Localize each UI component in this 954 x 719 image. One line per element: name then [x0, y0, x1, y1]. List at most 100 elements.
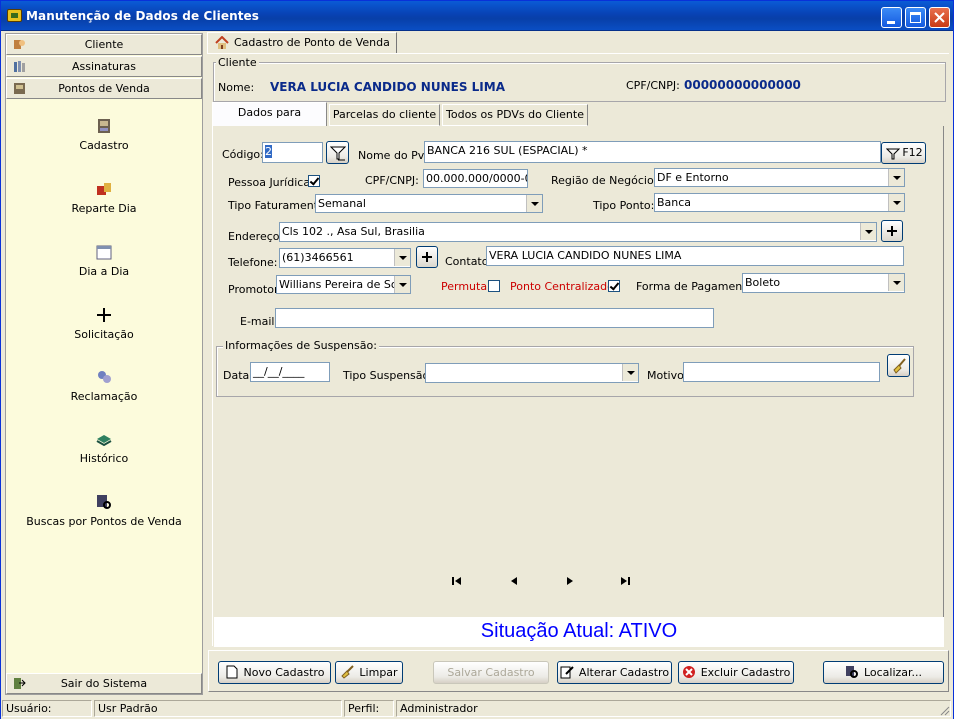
forma-pag-label: Forma de Pagamento: — [636, 280, 757, 293]
endereco-select[interactable]: Cls 102 ., Asa Sul, Brasilia — [279, 222, 877, 242]
add-telefone-button[interactable] — [416, 246, 438, 268]
excluir-cadastro-button[interactable]: Excluir Cadastro — [678, 661, 794, 684]
sidebar-header-assinaturas[interactable]: Assinaturas — [6, 56, 202, 77]
chevron-down-icon[interactable] — [888, 274, 904, 291]
perfil-label: Perfil: — [344, 700, 394, 717]
tipo-ponto-select[interactable]: Banca — [654, 193, 905, 212]
sidebar-header-label: Assinaturas — [71, 60, 137, 73]
minimize-button[interactable] — [881, 7, 902, 28]
suspensao-group-label: Informações de Suspensão: — [223, 339, 379, 352]
situacao-text: Situação Atual: ATIVO — [480, 620, 678, 642]
sidebar-item-dia-a-dia[interactable]: Dia a Dia — [6, 244, 202, 278]
tipo-fat-select[interactable]: Semanal — [315, 194, 543, 213]
sidebar-item-label: Dia a Dia — [78, 265, 130, 278]
nome-pv-input[interactable]: BANCA 216 SUL (ESPACIAL) * — [424, 141, 881, 163]
tipo-ponto-label: Tipo Ponto: — [593, 199, 655, 212]
email-input[interactable] — [275, 308, 714, 328]
chevron-down-icon[interactable] — [622, 364, 638, 381]
alterar-cadastro-button[interactable]: Alterar Cadastro — [557, 661, 672, 684]
limpar-button[interactable]: Limpar — [335, 661, 403, 684]
clear-suspensao-button[interactable] — [887, 354, 910, 377]
delete-icon — [682, 666, 695, 678]
tipo-susp-label: Tipo Suspensão: — [343, 369, 433, 382]
tipo-ponto-value: Banca — [657, 196, 692, 209]
salvar-cadastro-button[interactable]: Salvar Cadastro — [433, 661, 549, 684]
promotor-label: Promotor: — [228, 283, 282, 296]
endereco-value: Cls 102 ., Asa Sul, Brasilia — [282, 225, 425, 238]
sidebar-item-reparte-dia[interactable]: Reparte Dia — [6, 181, 202, 215]
previous-record-icon[interactable] — [508, 576, 520, 586]
tab-todos-pdvs[interactable]: Todos os PDVs do Cliente — [442, 104, 588, 126]
novo-cadastro-button[interactable]: Novo Cadastro — [218, 661, 331, 684]
sidebar-item-label: Cadastro — [79, 139, 129, 152]
sidebar-header-cliente[interactable]: Cliente — [6, 34, 202, 55]
cpf-value: 00.000.000/0000-00 — [426, 172, 528, 185]
chevron-down-icon[interactable] — [860, 223, 876, 240]
client-group-label: Cliente — [216, 56, 259, 69]
distribution-icon — [97, 183, 111, 195]
data-label: Data: — [223, 369, 253, 382]
contato-input[interactable]: VERA LUCIA CANDIDO NUNES LIMA — [486, 246, 904, 266]
tab-parcelas[interactable]: Parcelas do cliente — [329, 104, 440, 126]
usuario-value: Usr Padrão — [94, 700, 342, 717]
regiao-select[interactable]: DF e Entorno — [654, 168, 905, 187]
sidebar-item-reclamacao[interactable]: Reclamação — [6, 369, 202, 403]
permuta-checkbox[interactable] — [488, 280, 500, 292]
nome-pv-value: BANCA 216 SUL (ESPACIAL) * — [427, 144, 588, 157]
add-endereco-button[interactable] — [881, 220, 903, 242]
filter-codigo-button[interactable] — [326, 141, 349, 164]
localizar-button[interactable]: Localizar... — [823, 661, 944, 684]
sidebar-item-buscas[interactable]: Buscas por Pontos de Venda — [6, 494, 202, 528]
exit-button[interactable]: Sair do Sistema — [6, 673, 202, 694]
centralizador-checkbox[interactable] — [608, 280, 620, 292]
chevron-down-icon[interactable] — [526, 195, 542, 212]
usuario-label: Usuário: — [2, 700, 92, 717]
close-button[interactable] — [929, 7, 950, 28]
chevron-down-icon[interactable] — [888, 194, 904, 211]
button-label: Novo Cadastro — [243, 666, 325, 679]
newsstand-icon — [14, 83, 25, 94]
main-window: Manutenção de Dados de Clientes Cliente … — [0, 0, 954, 719]
regiao-label: Região de Negócio: — [551, 174, 658, 187]
cpf-input[interactable]: 00.000.000/0000-00 — [423, 169, 528, 188]
motivo-input[interactable] — [683, 362, 880, 382]
button-label: Localizar... — [863, 666, 923, 679]
first-record-icon[interactable] — [451, 576, 463, 586]
sidebar-item-historico[interactable]: Histórico — [6, 431, 202, 465]
home-icon — [215, 36, 229, 49]
pj-checkbox[interactable] — [308, 175, 320, 187]
maximize-button[interactable] — [905, 7, 926, 28]
f12-label: F12 — [902, 146, 923, 159]
telefone-select[interactable]: (61)3466561 — [279, 248, 411, 268]
motivo-label: Motivo: — [647, 369, 688, 382]
tipo-fat-value: Semanal — [318, 197, 366, 210]
sidebar-header-label: Cliente — [84, 38, 124, 51]
button-label: Salvar Cadastro — [447, 666, 535, 679]
tab-cadastro-pdv[interactable]: Cadastro de Ponto de Venda — [207, 32, 397, 54]
title-bar[interactable]: Manutenção de Dados de Clientes — [1, 1, 953, 31]
sidebar-item-label: Reclamação — [70, 390, 138, 403]
chevron-down-icon[interactable] — [888, 169, 904, 186]
tab-dados-cadastro[interactable]: Dados para cadastro — [212, 102, 327, 139]
sidebar-item-cadastro[interactable]: Cadastro — [6, 118, 202, 152]
chevron-down-icon[interactable] — [394, 249, 410, 266]
codigo-input[interactable]: 2 — [262, 142, 323, 163]
f12-search-button[interactable]: F12 — [881, 142, 926, 164]
next-record-icon[interactable] — [564, 576, 576, 586]
data-input[interactable]: __/__/____ — [250, 362, 330, 382]
tab-label: Cadastro de Ponto de Venda — [234, 36, 390, 49]
last-record-icon[interactable] — [619, 576, 631, 586]
promotor-select[interactable]: Willians Pereira de Souz — [276, 275, 411, 294]
sidebar-header-pontos-de-venda[interactable]: Pontos de Venda — [6, 78, 202, 99]
close-icon — [934, 12, 945, 23]
sidebar-item-solicitacao[interactable]: Solicitação — [6, 307, 202, 341]
tipo-susp-select[interactable] — [425, 363, 639, 383]
client-name: VERA LUCIA CANDIDO NUNES LIMA — [270, 80, 505, 94]
filter-icon — [330, 146, 346, 161]
forma-pag-select[interactable]: Boleto — [742, 273, 905, 293]
chevron-down-icon[interactable] — [394, 276, 410, 293]
client-name-label: Nome: — [218, 81, 255, 94]
resize-grip-icon[interactable] — [938, 704, 950, 716]
regiao-value: DF e Entorno — [657, 171, 729, 184]
newsstand-icon — [98, 119, 110, 133]
